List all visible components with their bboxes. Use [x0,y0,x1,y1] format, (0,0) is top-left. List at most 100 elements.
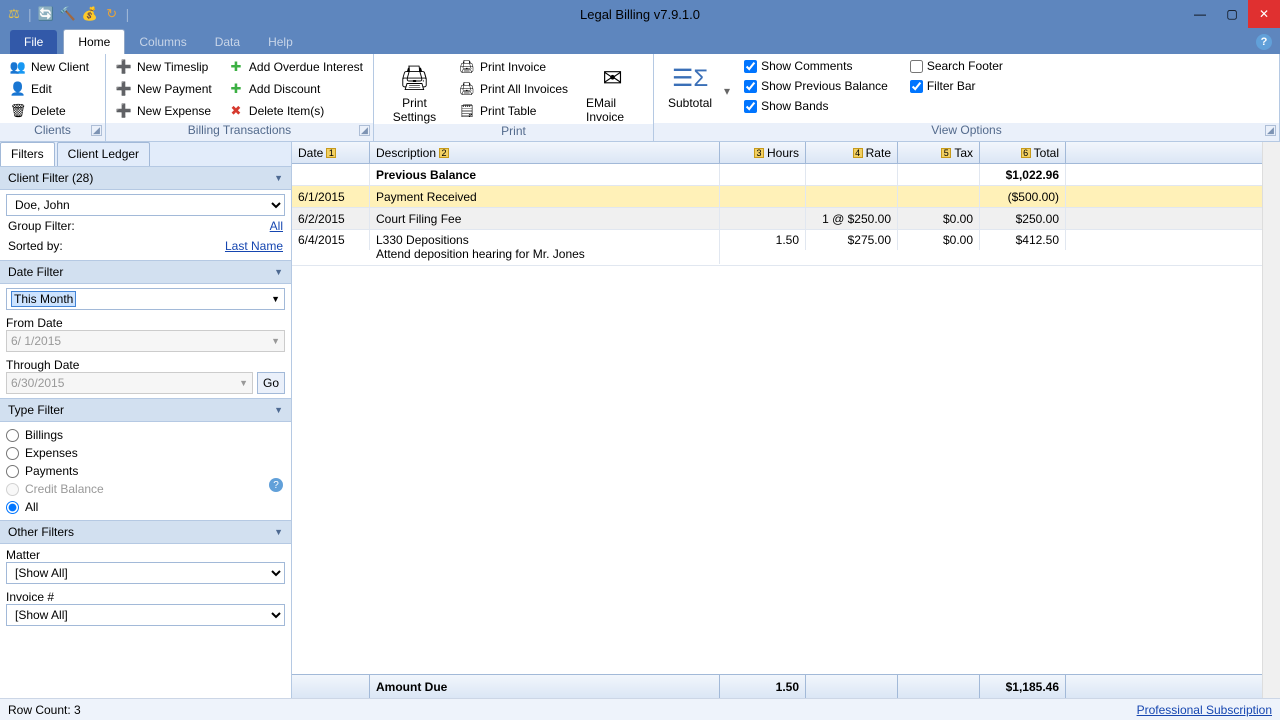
search-footer-checkbox[interactable]: Search Footer [908,58,1005,74]
collapse-icon: ▼ [274,405,283,415]
radio-all[interactable]: All [6,498,285,516]
delete-items-button[interactable]: ✖Delete Item(s) [224,102,367,120]
new-timeslip-button[interactable]: ➕New Timeslip [112,58,224,76]
client-select[interactable]: Doe, John [6,194,285,216]
separator: | [26,6,34,22]
status-bar: Row Count: 3 Professional Subscription [0,698,1280,720]
date-filter-header[interactable]: Date Filter▼ [0,260,291,284]
redo-icon[interactable]: ↻ [102,4,122,24]
timeslip-icon: ➕ [116,59,132,75]
col-total[interactable]: 6Total [980,142,1066,163]
calendar-icon: ▼ [239,378,248,388]
dropdown-icon[interactable]: ▾ [720,84,730,98]
new-client-button[interactable]: 👥New Client [6,58,93,76]
grid-body: Previous Balance $1,022.96 6/1/2015 Paym… [292,164,1280,674]
group-filter-link[interactable]: All [270,219,283,233]
group-label-print: Print [374,124,653,141]
collapse-icon: ▼ [274,173,283,183]
print-invoice-button[interactable]: 🖨Print Invoice [455,58,572,76]
from-date-input[interactable]: 6/ 1/2015▼ [6,330,285,352]
col-tax[interactable]: 5Tax [898,142,980,163]
tab-filters[interactable]: Filters [0,142,55,166]
client-filter-header[interactable]: Client Filter (28)▼ [0,166,291,190]
refresh-icon[interactable]: 🔄 [36,4,56,24]
dialog-launcher-icon[interactable]: ◢ [359,125,370,136]
collapse-icon: ▼ [274,267,283,277]
row-previous-balance[interactable]: Previous Balance $1,022.96 [292,164,1280,186]
invoice-select[interactable]: [Show All] [6,604,285,626]
print-all-button[interactable]: 🖨Print All Invoices [455,80,572,98]
help-icon[interactable]: ? [1256,34,1272,50]
delete-items-icon: ✖ [228,103,244,119]
col-hours[interactable]: 3Hours [720,142,806,163]
col-rate[interactable]: 4Rate [806,142,898,163]
minimize-button[interactable]: — [1184,0,1216,28]
money-icon[interactable]: 💰 [80,4,100,24]
radio-billings[interactable]: Billings [6,426,285,444]
print-settings-button[interactable]: 🖨 Print Settings [380,58,449,124]
maximize-button[interactable]: ▢ [1216,0,1248,28]
radio-expenses[interactable]: Expenses [6,444,285,462]
discount-icon: ✚ [228,81,244,97]
chevron-down-icon: ▼ [271,294,280,304]
print-all-icon: 🖨 [459,81,475,97]
ribbon: 👥New Client 👤Edit 🗑Delete Clients◢ ➕New … [0,54,1280,142]
menu-bar: File Home Columns Data Help ? [0,28,1280,54]
subtotal-button[interactable]: ☰Σ Subtotal [660,58,720,110]
type-filter-header[interactable]: Type Filter▼ [0,398,291,422]
tab-columns[interactable]: Columns [125,30,200,54]
through-date-input[interactable]: 6/30/2015▼ [6,372,253,394]
delete-icon: 🗑 [10,103,26,119]
edit-icon: 👤 [10,81,26,97]
side-panel: Filters Client Ledger Client Filter (28)… [0,142,292,698]
show-comments-checkbox[interactable]: Show Comments [742,58,890,74]
separator: | [124,6,132,22]
matter-select[interactable]: [Show All] [6,562,285,584]
group-filter-label: Group Filter: [8,219,75,233]
tab-help[interactable]: Help [254,30,307,54]
printer-settings-icon: 🖨 [398,62,430,94]
close-button[interactable]: ✕ [1248,0,1280,28]
new-expense-button[interactable]: ➕New Expense [112,102,224,120]
subscription-link[interactable]: Professional Subscription [1137,703,1272,717]
show-prev-balance-checkbox[interactable]: Show Previous Balance [742,78,890,94]
add-overdue-button[interactable]: ✚Add Overdue Interest [224,58,367,76]
go-button[interactable]: Go [257,372,285,394]
tab-client-ledger[interactable]: Client Ledger [57,142,150,166]
sorted-by-link[interactable]: Last Name [225,239,283,253]
col-date[interactable]: Date1 [292,142,370,163]
collapse-icon: ▼ [274,527,283,537]
tab-data[interactable]: Data [201,30,254,54]
email-invoice-button[interactable]: ✉ EMail Invoice [578,58,647,124]
main-panel: Date1 Description2 3Hours 4Rate 5Tax 6To… [292,142,1280,698]
add-discount-button[interactable]: ✚Add Discount [224,80,367,98]
dialog-launcher-icon[interactable]: ◢ [91,125,102,136]
workspace: Filters Client Ledger Client Filter (28)… [0,142,1280,698]
scales-icon[interactable]: ⚖ [4,4,24,24]
grid-footer: Amount Due 1.50 $1,185.46 [292,674,1280,698]
tab-home[interactable]: Home [63,29,125,54]
print-table-button[interactable]: 🗒Print Table [455,102,572,120]
table-row[interactable]: 6/4/2015 L330 DepositionsAttend depositi… [292,230,1280,266]
app-title: Legal Billing v7.9.1.0 [580,7,700,22]
radio-payments[interactable]: Payments [6,462,285,480]
print-table-icon: 🗒 [459,103,475,119]
grid-header: Date1 Description2 3Hours 4Rate 5Tax 6To… [292,142,1280,164]
matter-label: Matter [6,548,285,562]
show-bands-checkbox[interactable]: Show Bands [742,98,890,114]
filter-bar-checkbox[interactable]: Filter Bar [908,78,1005,94]
col-desc[interactable]: Description2 [370,142,720,163]
table-row[interactable]: 6/2/2015 Court Filing Fee 1 @ $250.00 $0… [292,208,1280,230]
other-filters-header[interactable]: Other Filters▼ [0,520,291,544]
email-icon: ✉ [597,62,629,94]
help-icon[interactable]: ? [269,478,283,492]
gavel-icon[interactable]: 🔨 [58,4,78,24]
date-range-select[interactable]: This Month▼ [6,288,285,310]
delete-button[interactable]: 🗑Delete [6,102,93,120]
scrollbar[interactable] [1262,142,1280,698]
new-payment-button[interactable]: ➕New Payment [112,80,224,98]
edit-button[interactable]: 👤Edit [6,80,93,98]
dialog-launcher-icon[interactable]: ◢ [1265,125,1276,136]
table-row[interactable]: 6/1/2015 Payment Received ($500.00) [292,186,1280,208]
tab-file[interactable]: File [10,30,57,54]
